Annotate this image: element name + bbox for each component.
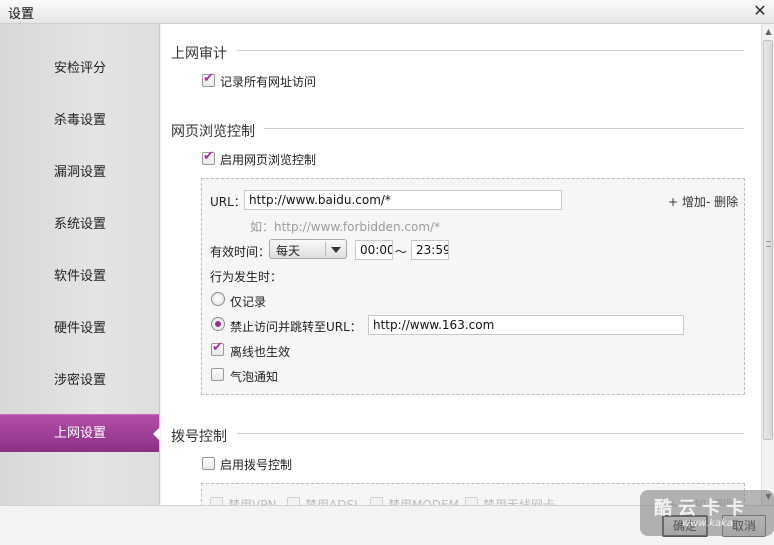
disable-vpn-checkbox[interactable] — [210, 497, 223, 505]
scroll-up-icon[interactable]: ▲ — [763, 26, 774, 38]
bubble-notify-checkbox[interactable] — [211, 368, 224, 381]
browse-rule-panel: URL： http://www.baidu.com/* + 增加 - 删除 如：… — [201, 178, 745, 395]
section-divider — [237, 433, 744, 434]
sidebar-item-internet[interactable]: 上网设置 — [0, 414, 160, 452]
scrollbar-thumb[interactable] — [763, 40, 773, 440]
sidebar-item-security-score[interactable]: 安检评分 — [0, 50, 159, 88]
sidebar-item-vulnerability[interactable]: 漏洞设置 — [0, 154, 159, 192]
time-period-select[interactable]: 每天 — [269, 239, 347, 259]
offline-label: 离线也生效 — [230, 345, 291, 359]
settings-sidebar: 安检评分 杀毒设置 漏洞设置 系统设置 软件设置 硬件设置 涉密设置 上网设置 — [0, 24, 160, 505]
record-only-label: 仅记录 — [230, 295, 267, 309]
record-all-checkbox[interactable] — [202, 71, 215, 87]
record-only-radio[interactable] — [211, 292, 225, 306]
redirect-label: 禁止访问并跳转至URL： — [230, 320, 362, 334]
sidebar-item-label: 安检评分 — [54, 61, 107, 76]
time-label: 有效时间： — [210, 245, 271, 259]
sidebar-item-label: 系统设置 — [54, 217, 107, 232]
vertical-scrollbar[interactable]: ▲ ▼ — [761, 24, 774, 505]
disable-wireless-checkbox[interactable] — [465, 497, 478, 505]
add-rule-link[interactable]: + 增加 — [668, 193, 706, 210]
redirect-radio[interactable] — [211, 317, 225, 331]
select-separator — [325, 242, 326, 256]
section-title-audit: 上网审计 — [171, 46, 227, 62]
disable-modem-label: 禁用MODEM — [388, 498, 459, 505]
sidebar-item-antivirus[interactable]: 杀毒设置 — [0, 102, 159, 140]
start-time-input[interactable]: 00:00 — [355, 240, 393, 260]
action-label: 行为发生时： — [210, 270, 283, 284]
offline-checkbox[interactable] — [211, 340, 224, 356]
dialog-footer: 确定 取消 — [0, 505, 774, 545]
dial-rule-panel: 禁用VPN 禁用ADSL 禁用MODEM 禁用无线网卡 + 增加 - 删除 — [201, 483, 745, 505]
disable-adsl-checkbox[interactable] — [287, 497, 300, 505]
url-input[interactable]: http://www.baidu.com/* — [244, 190, 562, 210]
dial-delete-link[interactable]: - 删除 — [706, 496, 738, 505]
time-range-separator: ～ — [395, 245, 408, 259]
dial-enable-checkbox[interactable] — [202, 457, 215, 470]
disable-adsl-label: 禁用ADSL — [305, 498, 361, 505]
bubble-notify-label: 气泡通知 — [230, 370, 279, 384]
section-title-dial: 拨号控制 — [171, 429, 227, 445]
title-bar: 设置 ✕ — [0, 0, 774, 24]
sidebar-item-label: 漏洞设置 — [54, 165, 107, 180]
sidebar-item-system[interactable]: 系统设置 — [0, 206, 159, 244]
sidebar-item-label: 软件设置 — [54, 269, 107, 284]
url-label: URL： — [210, 195, 246, 209]
cancel-button[interactable]: 取消 — [722, 515, 766, 537]
disable-wireless-label: 禁用无线网卡 — [483, 498, 556, 505]
record-all-label: 记录所有网址访问 — [220, 75, 317, 89]
sidebar-item-label: 杀毒设置 — [54, 113, 107, 128]
dial-enable-label: 启用拨号控制 — [220, 458, 293, 472]
dial-add-link[interactable]: + 增加 — [668, 496, 706, 505]
section-divider — [237, 50, 744, 51]
redirect-url-input[interactable]: http://www.163.com — [368, 315, 684, 335]
section-divider — [264, 128, 744, 129]
scroll-down-icon[interactable]: ▼ — [763, 491, 774, 503]
window-title: 设置 — [8, 7, 35, 22]
sidebar-item-label: 硬件设置 — [54, 321, 107, 336]
delete-rule-link[interactable]: - 删除 — [706, 193, 738, 210]
url-hint: 如：http://www.forbidden.com/* — [250, 220, 441, 234]
sidebar-item-hardware[interactable]: 硬件设置 — [0, 310, 159, 348]
browse-enable-checkbox[interactable] — [202, 149, 215, 165]
close-icon[interactable]: ✕ — [750, 1, 770, 21]
section-title-browse: 网页浏览控制 — [171, 124, 255, 140]
ok-button[interactable]: 确定 — [662, 515, 708, 537]
sidebar-item-label: 涉密设置 — [54, 373, 107, 388]
end-time-input[interactable]: 23:59 — [411, 240, 449, 260]
sidebar-item-software[interactable]: 软件设置 — [0, 258, 159, 296]
grip-icon — [766, 241, 771, 247]
chevron-down-icon — [331, 247, 341, 253]
time-period-value: 每天 — [276, 244, 301, 258]
browse-enable-label: 启用网页浏览控制 — [220, 153, 317, 167]
sidebar-item-label: 上网设置 — [54, 426, 107, 441]
settings-content: 上网审计 记录所有网址访问 网页浏览控制 启用网页浏览控制 URL： http:… — [161, 24, 761, 505]
disable-modem-checkbox[interactable] — [370, 497, 383, 505]
disable-vpn-label: 禁用VPN — [228, 498, 277, 505]
sidebar-item-classified[interactable]: 涉密设置 — [0, 362, 159, 400]
